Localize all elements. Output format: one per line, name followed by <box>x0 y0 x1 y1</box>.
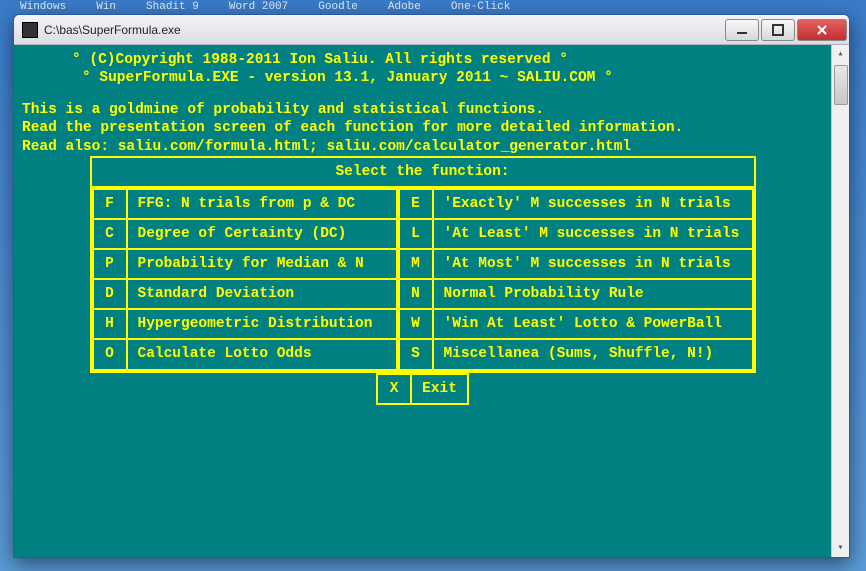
menu-header: Select the function: <box>92 158 754 188</box>
taskbar-item[interactable]: Word 2007 <box>229 1 288 13</box>
window-title: C:\bas\SuperFormula.exe <box>44 23 723 37</box>
menu-item[interactable]: HHypergeometric Distribution <box>93 309 397 339</box>
version-line: ° SuperFormula.EXE - version 13.1, Janua… <box>22 69 823 87</box>
app-window: C:\bas\SuperFormula.exe ° (C)Copyright 1… <box>13 14 850 558</box>
menu-item[interactable]: SMiscellanea (Sums, Shuffle, N!) <box>399 339 753 369</box>
taskbar-item[interactable]: Goodle <box>318 1 358 13</box>
desktop-taskbar: Windows Win Shadit 9 Word 2007 Goodle Ad… <box>0 0 866 14</box>
menu-item[interactable]: W'Win At Least' Lotto & PowerBall <box>399 309 753 339</box>
menu-item-exit[interactable]: X Exit <box>377 374 468 404</box>
copyright-line: ° (C)Copyright 1988-2011 Ion Saliu. All … <box>22 51 823 69</box>
menu-item[interactable]: M'At Most' M successes in N trials <box>399 249 753 279</box>
taskbar-item[interactable]: Windows <box>20 1 66 13</box>
taskbar-item[interactable]: Win <box>96 1 116 13</box>
taskbar-item[interactable]: One-Click <box>451 1 510 13</box>
taskbar-item[interactable]: Shadit 9 <box>146 1 199 13</box>
menu-item[interactable]: PProbability for Median & N <box>93 249 397 279</box>
vertical-scrollbar[interactable]: ▴ ▾ <box>831 45 849 557</box>
menu-item[interactable]: DStandard Deviation <box>93 279 397 309</box>
maximize-button[interactable] <box>761 19 795 41</box>
taskbar-item[interactable]: Adobe <box>388 1 421 13</box>
minimize-button[interactable] <box>725 19 759 41</box>
scroll-down-button[interactable]: ▾ <box>832 539 849 557</box>
menu-item[interactable]: CDegree of Certainty (DC) <box>93 219 397 249</box>
close-button[interactable] <box>797 19 847 41</box>
menu-item[interactable]: E'Exactly' M successes in N trials <box>399 189 753 219</box>
maximize-icon <box>772 24 784 36</box>
menu-item[interactable]: NNormal Probability Rule <box>399 279 753 309</box>
menu-item[interactable]: FFFG: N trials from p & DC <box>93 189 397 219</box>
minimize-icon <box>736 24 748 36</box>
console-area: ° (C)Copyright 1988-2011 Ion Saliu. All … <box>14 45 831 557</box>
menu-item[interactable]: OCalculate Lotto Odds <box>93 339 397 369</box>
scroll-thumb[interactable] <box>834 65 848 105</box>
intro-text: Read also: saliu.com/formula.html; saliu… <box>22 138 823 156</box>
intro-text: This is a goldmine of probability and st… <box>22 101 823 119</box>
menu-item[interactable]: L'At Least' M successes in N trials <box>399 219 753 249</box>
app-icon <box>22 22 38 38</box>
close-icon <box>816 24 828 36</box>
intro-text: Read the presentation screen of each fun… <box>22 119 823 137</box>
menu-box: Select the function: FFFG: N trials from… <box>90 156 756 373</box>
scroll-up-button[interactable]: ▴ <box>832 45 849 63</box>
titlebar[interactable]: C:\bas\SuperFormula.exe <box>14 15 849 45</box>
